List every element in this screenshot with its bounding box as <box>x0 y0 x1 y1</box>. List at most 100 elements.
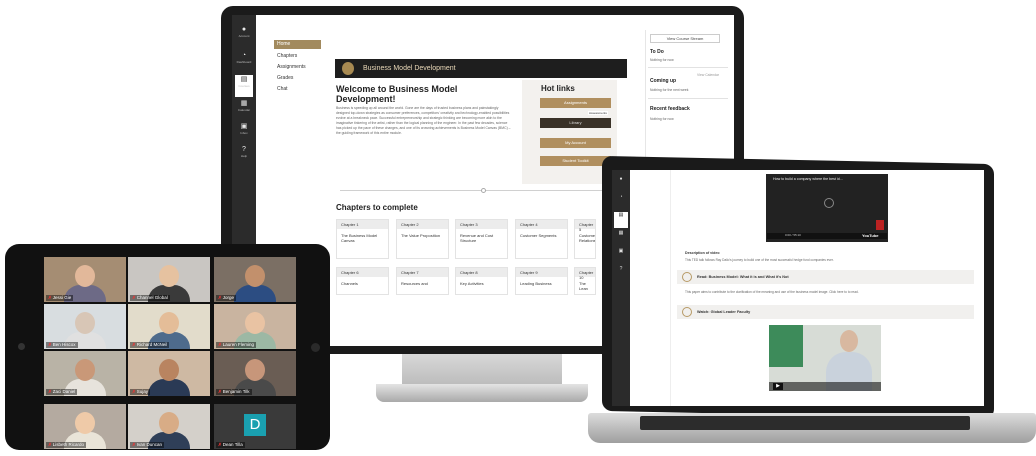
chapter-title: The Lean <box>579 281 588 291</box>
chapter-title: Channels <box>341 281 358 286</box>
view-calendar-link[interactable]: View Calendar <box>697 73 719 77</box>
nav-inbox[interactable]: ▣ <box>614 248 628 264</box>
tooltip: Assessments <box>588 111 608 115</box>
chapter-card[interactable]: Chapter 2 The Value Proposition <box>396 219 449 259</box>
courses-icon: ▤ <box>240 76 248 83</box>
nav-inbox[interactable]: ▣ Inbox <box>235 122 253 144</box>
mic-muted-icon: ✗ <box>132 442 136 447</box>
video-controls[interactable] <box>769 382 881 391</box>
video-time: 0:00 / 55:10 <box>785 233 801 237</box>
close-icon[interactable] <box>876 220 884 230</box>
calendar-icon: ▦ <box>618 230 624 236</box>
participant-tile[interactable]: ✗Sujay <box>128 351 210 396</box>
nav-label: Account <box>238 34 250 38</box>
coming-up-text: Nothing for the next week <box>650 88 689 92</box>
hot-link-assignments[interactable]: Assignments <box>540 98 611 108</box>
participant-tile[interactable]: ✗Jorge <box>214 257 296 302</box>
chapter-card[interactable]: Chapter 7 Resources and <box>396 267 449 295</box>
participant-face <box>245 265 265 287</box>
participant-tile[interactable]: D ✗Dean Tilla <box>214 404 296 449</box>
nav-account[interactable]: ● <box>614 176 628 192</box>
inbox-icon: ▣ <box>618 248 624 254</box>
menu-item-chat[interactable]: Chat <box>277 86 288 92</box>
menu-item-home[interactable]: Home <box>277 41 290 47</box>
nav-dashboard[interactable]: ◔ <box>614 194 628 210</box>
menu-item-chapters[interactable]: Chapters <box>277 53 297 59</box>
chapter-card[interactable]: Chapter 5 Customer Relations <box>574 219 596 259</box>
play-icon[interactable]: ▶ <box>773 383 783 390</box>
help-icon: ? <box>242 146 246 153</box>
mic-muted-icon: ✗ <box>48 442 52 447</box>
speaker-head <box>840 330 858 352</box>
tablet-camera <box>18 343 25 350</box>
chapter-title: Key Activities <box>460 281 484 286</box>
laptop-lms-nav: ● ◔ ▤ ▦ ▣ ? <box>612 170 630 406</box>
nav-calendar[interactable]: ▦ <box>614 230 628 246</box>
chapter-card[interactable]: Chapter 3 Revenue and Cost Structure <box>455 219 508 259</box>
participant-tile[interactable]: ✗Richard McNeil <box>128 304 210 349</box>
chapter-title: Customer Relations <box>579 233 596 243</box>
participant-body <box>234 285 276 302</box>
chapter-card[interactable]: Chapter 8 Key Activities <box>455 267 508 295</box>
progress-handle[interactable] <box>481 188 486 193</box>
chapter-card[interactable]: Chapter 9 Leading Business <box>515 267 568 295</box>
participant-tile[interactable]: ✗Ivan Duncan <box>128 404 210 449</box>
course-logo-icon <box>342 62 354 75</box>
help-icon: ? <box>619 266 623 272</box>
participant-face <box>159 412 179 434</box>
chapter-title: Revenue and Cost Structure <box>460 233 494 243</box>
participant-face <box>159 312 179 334</box>
loading-icon <box>824 198 834 208</box>
read-item-title: Read: Business Model: What it is and Wha… <box>697 275 789 279</box>
hot-link-student-toolkit[interactable]: Student Toolkit <box>540 156 611 166</box>
participant-name-text: Jorge <box>222 295 235 300</box>
mic-muted-icon: ✗ <box>132 389 136 394</box>
youtube-player[interactable] <box>766 174 888 242</box>
imac-stand-neck <box>402 354 562 388</box>
tablet-home-button <box>311 343 320 352</box>
nav-account[interactable]: ● Account <box>235 25 253 47</box>
participant-tile[interactable]: ✗Lauren Fleming <box>214 304 296 349</box>
hot-link-library[interactable]: Library <box>540 118 611 128</box>
menu-item-assignments[interactable]: Assignments <box>277 64 306 70</box>
avatar: D <box>244 414 266 436</box>
chapter-card[interactable]: Chapter 4 Customer Segments <box>515 219 568 259</box>
watch-item[interactable]: Watch: Global Leader Faculty <box>677 305 974 319</box>
nav-help[interactable]: ? <box>614 266 628 282</box>
chapter-number: Chapter 1 <box>337 220 388 229</box>
read-item[interactable]: Read: Business Model: What it is and Wha… <box>677 270 974 284</box>
chapters-title: Chapters to complete <box>336 203 418 212</box>
participant-name-text: Lauren Fleming <box>222 342 255 347</box>
mic-muted-icon: ✗ <box>48 295 52 300</box>
chapter-card[interactable]: Chapter 10 The Lean <box>574 267 596 295</box>
participant-tile[interactable]: ✗Zaci Daniel <box>44 351 126 396</box>
video-title: How to build a company where the best id… <box>773 177 843 181</box>
participant-name: ✗Jorge <box>216 295 237 301</box>
youtube-logo: YouTube <box>862 233 879 238</box>
participant-name: ✗Dean Tilla <box>216 442 245 448</box>
nav-help[interactable]: ? Help <box>235 145 253 167</box>
nav-dashboard[interactable]: ◔ Dashboard <box>235 51 253 73</box>
watch-item-title: Watch: Global Leader Faculty <box>697 310 751 314</box>
participant-tile[interactable]: ✗Jessi Gie <box>44 257 126 302</box>
participant-tile[interactable]: ✗Benjamin Tilk <box>214 351 296 396</box>
chapter-number: Chapter 8 <box>456 268 507 277</box>
course-banner-title: Business Model Development <box>363 65 456 72</box>
video-background-plant <box>769 325 803 367</box>
todo-text: Nothing for now <box>650 58 674 62</box>
view-course-stream-button[interactable]: View Course Stream <box>650 34 720 43</box>
participant-tile[interactable]: ✗Lisbeth Ricardo <box>44 404 126 449</box>
recent-feedback-text: Nothing for now <box>650 117 674 121</box>
nav-courses[interactable]: ▤ <box>614 212 628 228</box>
nav-courses[interactable]: ▤ Courses <box>235 75 253 97</box>
menu-item-grades[interactable]: Grades <box>277 75 293 81</box>
participant-tile[interactable]: ✗Ben Hiscox <box>44 304 126 349</box>
hot-link-my-account[interactable]: My Account <box>540 138 611 148</box>
nav-calendar[interactable]: ▦ Calendar <box>235 99 253 121</box>
course-banner: Business Model Development <box>335 59 627 78</box>
chapter-card[interactable]: Chapter 1 The Business Model Canvas <box>336 219 389 259</box>
participant-name: ✗Sujay <box>130 389 151 395</box>
participant-tile[interactable]: ✗Channel Global <box>128 257 210 302</box>
divider <box>648 67 728 68</box>
chapter-card[interactable]: Chapter 6 Channels <box>336 267 389 295</box>
